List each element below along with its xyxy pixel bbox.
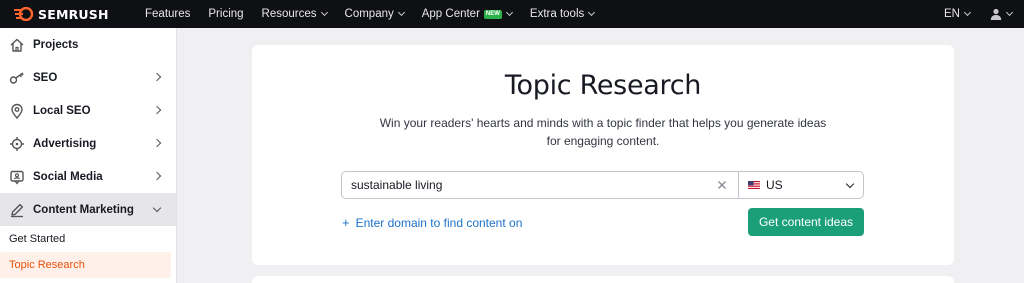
nav-features[interactable]: Features xyxy=(145,8,190,20)
user-menu[interactable] xyxy=(990,8,1014,20)
secondary-card xyxy=(252,276,954,283)
user-icon xyxy=(990,8,1002,20)
top-nav-menu: Features Pricing Resources Company App C… xyxy=(145,8,612,20)
sidebar-item-social-media[interactable]: Social Media xyxy=(0,160,176,193)
nav-resources[interactable]: Resources xyxy=(261,8,328,20)
chevron-down-icon xyxy=(505,8,513,17)
chevron-down-icon xyxy=(588,8,596,17)
description-line: for engaging content. xyxy=(546,134,660,148)
sidebar-item-advertising[interactable]: Advertising xyxy=(0,127,176,160)
chevron-right-icon xyxy=(152,138,162,148)
brand-name: SEMRUSH xyxy=(38,6,109,22)
description-line: Win your readers' hearts and minds with … xyxy=(379,116,827,130)
clear-icon[interactable] xyxy=(716,179,728,191)
key-icon xyxy=(8,69,26,87)
sidebar-item-label: Content Marketing xyxy=(33,203,134,216)
sidebar: Projects SEO Local SEO Advertising Socia… xyxy=(0,28,177,283)
topic-search-input[interactable] xyxy=(342,178,702,192)
nav-app-center-label: App Center xyxy=(421,8,480,20)
language-label: EN xyxy=(944,8,960,20)
get-content-ideas-button[interactable]: Get content ideas xyxy=(748,208,864,236)
us-flag-icon xyxy=(748,181,760,189)
chevron-right-icon xyxy=(152,105,162,115)
add-domain-label: Enter domain to find content on xyxy=(355,215,523,230)
new-badge: NEW xyxy=(483,9,502,19)
chevron-down-icon xyxy=(152,203,162,213)
nav-pricing-label: Pricing xyxy=(208,8,244,20)
nav-features-label: Features xyxy=(145,8,191,20)
semrush-logo-icon xyxy=(14,7,34,21)
sidebar-item-content-marketing[interactable]: Content Marketing xyxy=(0,193,176,226)
target-icon xyxy=(8,135,26,153)
home-icon xyxy=(8,36,26,54)
sidebar-subitem-get-started[interactable]: Get Started xyxy=(0,226,176,252)
sidebar-item-local-seo[interactable]: Local SEO xyxy=(0,94,176,127)
search-box xyxy=(341,171,739,199)
nav-resources-label: Resources xyxy=(261,8,317,20)
social-chat-icon xyxy=(8,168,26,186)
page-description: Win your readers' hearts and minds with … xyxy=(252,114,954,150)
nav-extra-tools[interactable]: Extra tools xyxy=(529,8,596,20)
nav-company-label: Company xyxy=(344,8,394,20)
page-title: Topic Research xyxy=(504,70,702,101)
country-select[interactable]: US xyxy=(738,171,864,199)
topic-research-card: Topic Research Win your readers' hearts … xyxy=(252,45,954,265)
country-label: US xyxy=(766,178,783,192)
nav-company[interactable]: Company xyxy=(344,8,405,20)
sidebar-item-label: Advertising xyxy=(33,137,97,150)
nav-pricing[interactable]: Pricing xyxy=(208,8,243,20)
chevron-right-icon xyxy=(152,72,162,82)
top-right-controls: EN xyxy=(944,0,1014,28)
language-selector[interactable]: EN xyxy=(944,8,972,20)
chevron-down-icon xyxy=(397,8,405,17)
sidebar-item-projects[interactable]: Projects xyxy=(0,28,176,61)
location-pin-icon xyxy=(8,102,26,120)
top-navigation-bar: SEMRUSH Features Pricing Resources Compa… xyxy=(0,0,1024,28)
sidebar-subitem-topic-research[interactable]: Topic Research xyxy=(0,252,171,278)
pencil-icon xyxy=(8,201,26,219)
chevron-down-icon xyxy=(1005,8,1014,17)
plus-icon: + xyxy=(342,215,350,230)
sidebar-item-label: Local SEO xyxy=(33,104,91,117)
semrush-logo[interactable]: SEMRUSH xyxy=(14,7,132,22)
sidebar-item-label: SEO xyxy=(33,71,58,84)
chevron-down-icon xyxy=(320,8,328,17)
chevron-right-icon xyxy=(152,171,162,181)
nav-extra-tools-label: Extra tools xyxy=(529,8,585,20)
chevron-down-icon xyxy=(963,8,972,17)
nav-app-center[interactable]: App Center NEW xyxy=(421,8,513,20)
sidebar-item-seo[interactable]: SEO xyxy=(0,61,176,94)
sidebar-item-label: Projects xyxy=(33,38,79,51)
add-domain-link[interactable]: + Enter domain to find content on xyxy=(342,215,522,230)
sidebar-item-label: Social Media xyxy=(33,170,103,183)
chevron-down-icon xyxy=(845,179,855,189)
